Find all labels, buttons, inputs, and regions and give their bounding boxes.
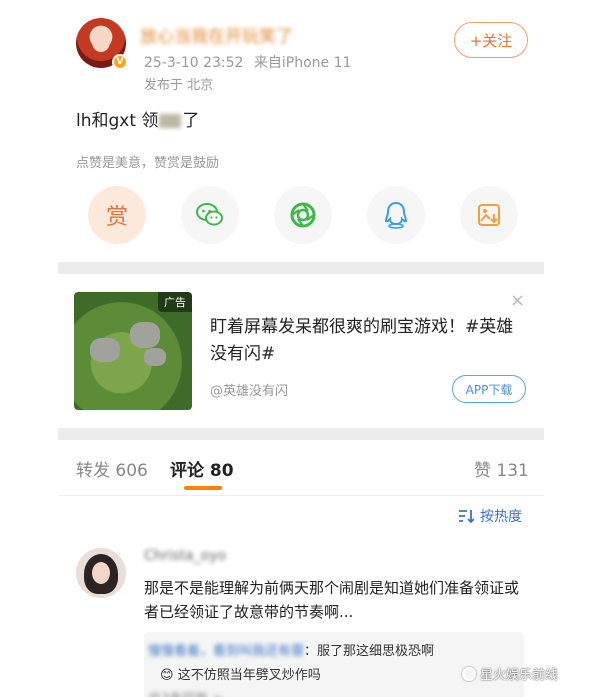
ad-tag: 广告 [158,292,192,312]
sort-by-hot-button[interactable]: 按热度 [458,506,522,526]
moments-share-button[interactable] [274,186,332,244]
reward-hint: 点赞是美意，赞赏是鼓励 [76,156,220,171]
save-image-button[interactable] [460,186,518,244]
wechat-share-button[interactable] [181,186,239,244]
post-time: 25-3-10 23:52 [144,55,244,71]
qq-share-button[interactable] [367,186,425,244]
post-source: 来自iPhone 11 [253,55,352,71]
section-divider [58,428,544,440]
follow-button[interactable]: +关注 [454,22,528,58]
post-text: lh和gxt 领 了 [76,106,199,131]
username[interactable]: 放心当我在开玩笑了 [140,22,293,47]
moments-icon [290,202,316,228]
wechat-icon [196,203,223,226]
verified-badge-icon: V [112,54,128,70]
active-tab-indicator [184,486,222,490]
watermark-logo-icon [462,666,476,681]
qq-icon [384,201,408,229]
app-download-button[interactable]: APP下载 [452,375,526,403]
watermark-text: 星火娱乐前线 [480,668,559,683]
reply-item: 慢慢看着，看到叫我还有蓉：服了那这细思极恐啊 [148,640,434,659]
post-text-end: 了 [182,111,200,131]
sort-icon [459,510,474,523]
reply-text: 这不仿照当年劈叉炒作吗 [177,668,321,683]
censored-block [159,114,182,128]
ad-source[interactable]: @英雄没有闪 [210,380,288,399]
reply-text: ：服了那这细思极恐啊 [304,644,435,659]
section-divider [58,262,544,274]
share-row: 赏 [88,186,518,244]
emoji-icon: 😊 [160,668,174,683]
commenter-avatar[interactable] [76,548,126,598]
post-text-start: lh和gxt 领 [76,111,159,131]
post-location: 发布于 北京 [144,78,214,93]
reply-author[interactable]: 慢慢看着，看到叫我还有蓉 [148,640,304,659]
reward-icon: 赏 [105,205,128,230]
ad-thumbnail[interactable]: 广告 [74,292,192,410]
comment-text: 那是不是能理解为前俩天那个闹剧是知道她们准备领证或者已经领证了故意带的节奏啊..… [144,579,520,621]
watermark: 星火娱乐前线 [462,664,558,683]
commenter-name[interactable]: Christa_oyo [144,548,226,564]
post-meta: 25-3-10 23:52 来自iPhone 11 [144,52,351,72]
sort-label: 按热度 [480,509,522,525]
tab-like[interactable]: 赞 131 [474,456,529,481]
ad-title[interactable]: 盯着屏幕发呆都很爽的刷宝游戏！#英雄没有闪# [210,314,528,368]
reply-item: 😊 这不仿照当年劈叉炒作吗 [160,664,321,683]
ad-close-icon[interactable]: × [510,290,525,311]
reward-button[interactable]: 赏 [88,186,146,244]
tab-comment[interactable]: 评论 80 [170,456,234,481]
tab-divider [58,495,544,496]
save-image-icon [478,204,500,226]
tab-repost[interactable]: 转发 606 [76,456,148,481]
more-replies-link[interactable]: 共3条回复 > [148,688,223,697]
